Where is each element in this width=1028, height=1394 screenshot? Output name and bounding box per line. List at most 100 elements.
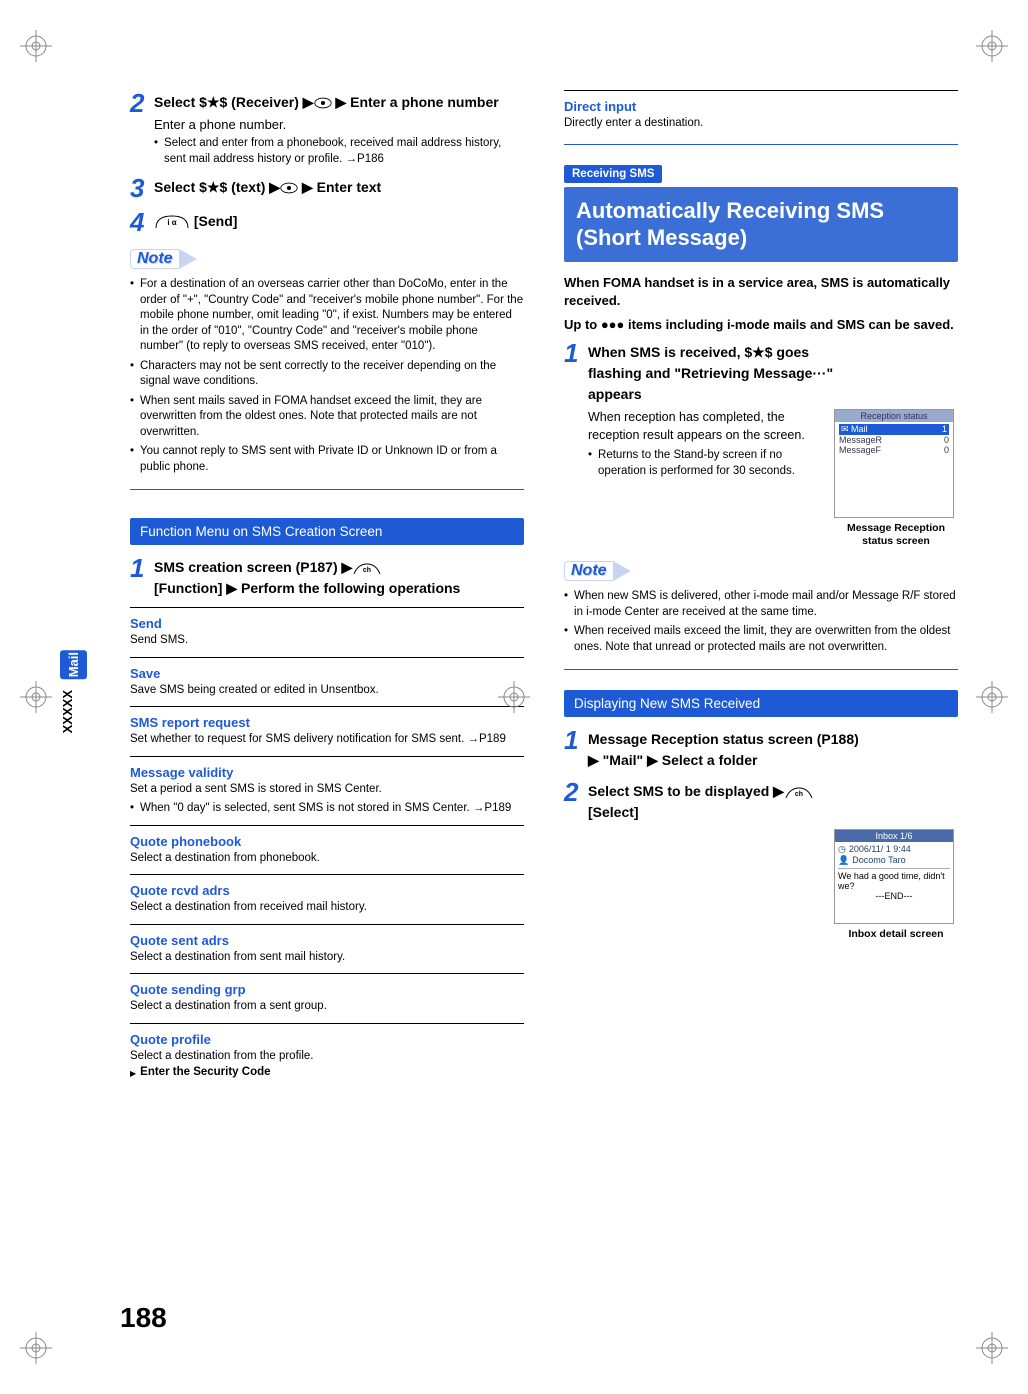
fn-title: Quote profile xyxy=(130,1032,524,1047)
rstep-1: 1 When SMS is received, $★$ goes flashin… xyxy=(564,340,958,547)
note-bullet: You cannot reply to SMS sent with Privat… xyxy=(130,444,524,475)
arrow-right-icon: ▶ xyxy=(773,783,784,799)
divider xyxy=(130,924,524,925)
step-number: 3 xyxy=(130,175,154,201)
divider xyxy=(130,706,524,707)
note-bullet: When received mails exceed the limit, th… xyxy=(564,624,958,655)
arrow-right-icon: ▶ xyxy=(226,580,237,596)
screen-titlebar: Inbox 1/6 xyxy=(835,830,953,842)
svg-text:ch: ch xyxy=(363,567,371,574)
softkey-icon: ch xyxy=(784,786,814,800)
screen-titlebar: Reception status xyxy=(835,410,953,422)
step-title: Select SMS to be displayed ▶ch [Select] xyxy=(588,781,958,823)
receiving-sms-tag: Receiving SMS xyxy=(564,165,662,183)
dstep-1: 1 Message Reception status screen (P188)… xyxy=(564,727,958,771)
fn-desc: Set a period a sent SMS is stored in SMS… xyxy=(130,782,524,798)
divider xyxy=(130,825,524,826)
note-bullet: When new SMS is delivered, other i-mode … xyxy=(564,589,958,620)
person-icon: 👤 xyxy=(838,855,849,866)
note-bullet: For a destination of an overseas carrier… xyxy=(130,277,524,355)
arrow-right-icon: ▶ xyxy=(269,179,280,195)
manual-page: Mail XXXXX 188 2 Select $★$ (Receiver) ▶… xyxy=(0,0,1028,1394)
right-column: Direct input Directly enter a destinatio… xyxy=(564,90,958,1078)
fn-title: Save xyxy=(130,666,524,681)
arrow-right-icon: ▶ xyxy=(302,179,313,195)
divider xyxy=(564,144,958,145)
page-number: 188 xyxy=(120,1302,167,1334)
fn-title: Message validity xyxy=(130,765,524,780)
fn-title: Quote sent adrs xyxy=(130,933,524,948)
arrow-right-icon: ▶ xyxy=(588,752,599,768)
screen-caption: Message Reception status screen xyxy=(834,522,958,547)
svg-text:i α: i α xyxy=(167,218,176,227)
note-header: Note xyxy=(130,249,524,269)
divider xyxy=(564,90,958,91)
fn-desc: Select a destination from sent mail hist… xyxy=(130,950,524,966)
crop-mark-icon xyxy=(976,1332,1008,1364)
divider xyxy=(130,874,524,875)
divider xyxy=(564,669,958,670)
bullet: Returns to the Stand-by screen if no ope… xyxy=(588,448,824,479)
left-column: 2 Select $★$ (Receiver) ▶ ▶ Enter a phon… xyxy=(130,90,524,1078)
step-number: 2 xyxy=(130,90,154,167)
arrow-right-icon: ▶ xyxy=(303,94,314,110)
note-bullet: Characters may not be sent correctly to … xyxy=(130,359,524,390)
fn-sub-bullet: When "0 day" is selected, sent SMS is no… xyxy=(130,801,524,817)
step-title: SMS creation screen (P187) ▶ch [Function… xyxy=(154,557,524,599)
step-3: 3 Select $★$ (text) ▶ ▶ Enter text xyxy=(130,175,524,201)
divider xyxy=(130,657,524,658)
fn-title: Quote rcvd adrs xyxy=(130,883,524,898)
step-number: 1 xyxy=(564,727,588,771)
intro-text: Up to ●●● items including i-mode mails a… xyxy=(564,316,958,334)
step-number: 4 xyxy=(130,209,154,235)
step-title: i α [Send] xyxy=(154,211,524,232)
crop-mark-icon xyxy=(20,30,52,62)
dstep-2: 2 Select SMS to be displayed ▶ch [Select… xyxy=(564,779,958,941)
center-key-icon xyxy=(314,96,332,110)
crop-mark-icon xyxy=(976,30,1008,62)
intro-text: When FOMA handset is in a service area, … xyxy=(564,274,958,310)
fn-desc: Select a destination from received mail … xyxy=(130,900,524,916)
screen-caption: Inbox detail screen xyxy=(834,928,958,941)
screen-mock: Inbox 1/6 ◷2006/11/ 1 9:44 👤Docomo Taro … xyxy=(834,829,958,941)
crop-mark-icon xyxy=(498,681,530,713)
crop-mark-icon xyxy=(20,681,52,713)
section-tab-sub: XXXXX xyxy=(60,690,75,733)
crop-mark-icon xyxy=(976,681,1008,713)
note-label: Note xyxy=(137,250,173,268)
divider xyxy=(130,973,524,974)
step-number: 1 xyxy=(130,555,154,599)
fn-step-1: 1 SMS creation screen (P187) ▶ch [Functi… xyxy=(130,555,524,599)
note-header: Note xyxy=(564,561,958,581)
fn-title: Quote phonebook xyxy=(130,834,524,849)
step-title: Select $★$ (text) ▶ ▶ Enter text xyxy=(154,177,524,198)
step-title: Message Reception status screen (P188) ▶… xyxy=(588,729,958,771)
crop-mark-icon xyxy=(20,1332,52,1364)
fn-desc: Send SMS. xyxy=(130,633,524,649)
arrow-right-icon: ▶ xyxy=(342,559,353,575)
section-heading: Automatically Receiving SMS (Short Messa… xyxy=(564,187,958,262)
star-icon: ★ xyxy=(752,344,765,360)
step-desc: When reception has completed, the recept… xyxy=(588,409,824,444)
screen-mock: Reception status ✉ Mail1 MessageR0 Messa… xyxy=(834,409,958,547)
fn-title: Send xyxy=(130,616,524,631)
display-header: Displaying New SMS Received xyxy=(564,690,958,717)
step-number: 1 xyxy=(564,340,588,547)
section-tab-label: Mail xyxy=(60,650,87,679)
step-title: When SMS is received, $★$ goes flashing … xyxy=(588,342,958,405)
fn-title: SMS report request xyxy=(130,715,524,730)
section-tab: Mail XXXXX xyxy=(60,650,87,737)
softkey-icon: i α xyxy=(154,214,190,230)
fn-title: Quote sending grp xyxy=(130,982,524,997)
divider xyxy=(130,756,524,757)
step-number: 2 xyxy=(564,779,588,941)
note-bullet: When sent mails saved in FOMA handset ex… xyxy=(130,394,524,441)
bullet: Select and enter from a phonebook, recei… xyxy=(154,136,524,167)
direct-input-desc: Directly enter a destination. xyxy=(564,116,958,132)
step-desc: Enter a phone number. xyxy=(154,117,524,132)
direct-input-title: Direct input xyxy=(564,99,958,114)
divider xyxy=(130,1023,524,1024)
fn-desc: Select a destination from phonebook. xyxy=(130,851,524,867)
fn-desc: Select a destination from a sent group. xyxy=(130,999,524,1015)
arrow-right-icon: ▶ xyxy=(335,94,346,110)
